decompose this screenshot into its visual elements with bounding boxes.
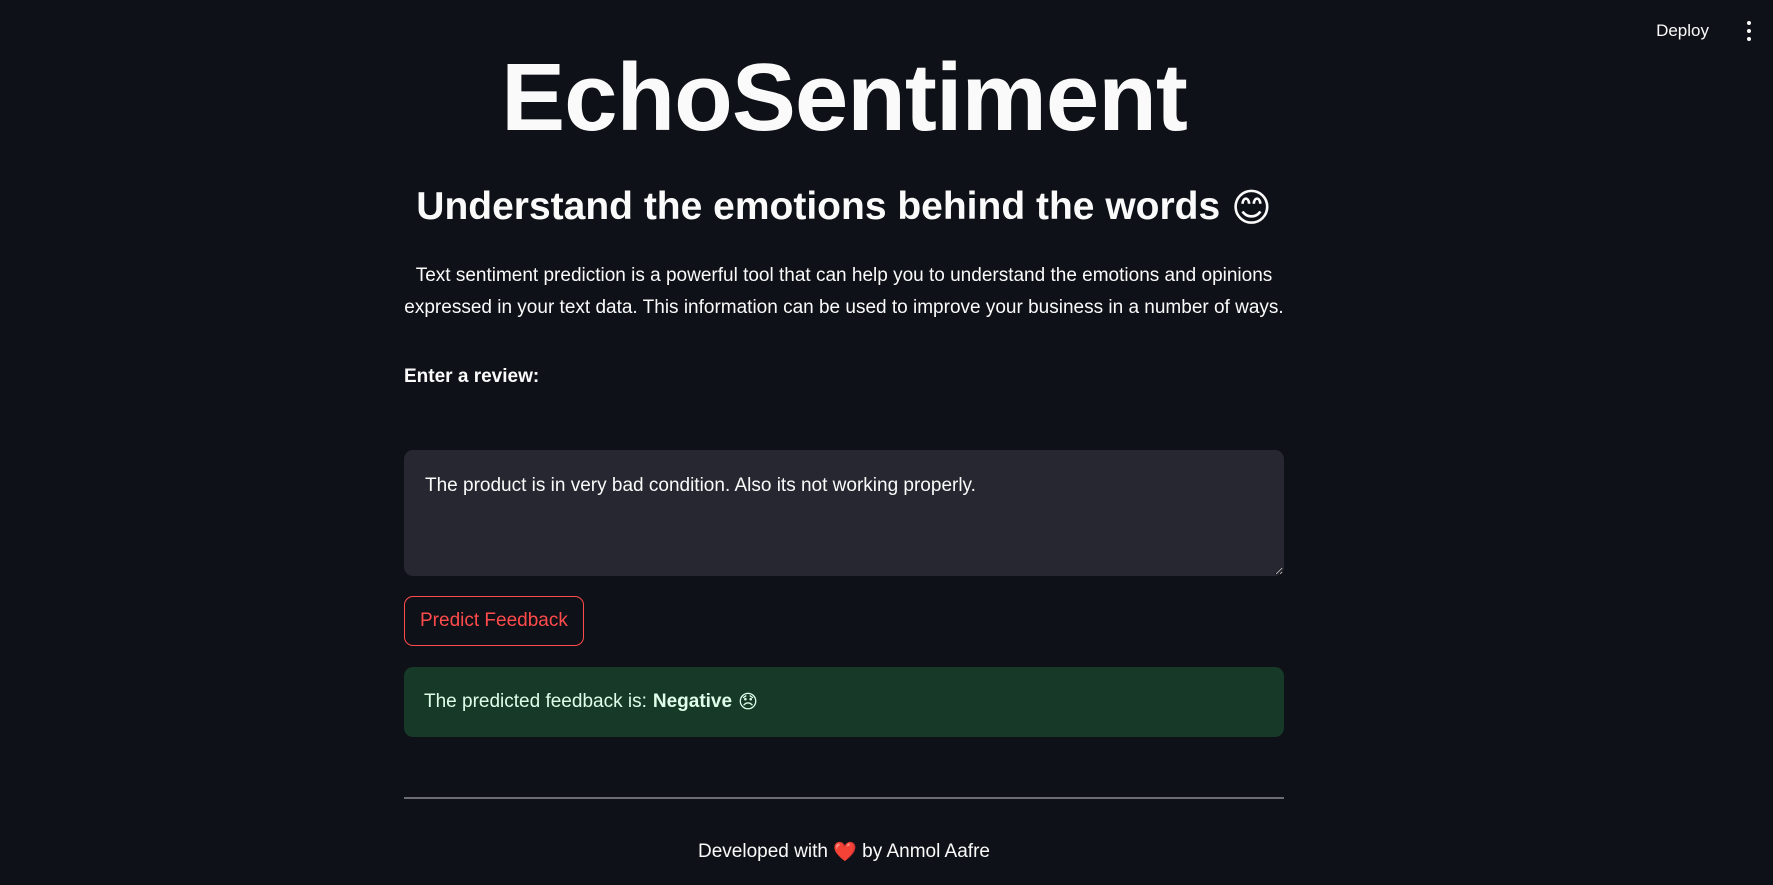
top-toolbar: Deploy <box>1648 0 1773 62</box>
disappointed-face-icon: 😞 <box>738 691 758 713</box>
result-value: Negative <box>652 691 733 712</box>
deploy-button[interactable]: Deploy <box>1648 15 1717 47</box>
more-vertical-icon[interactable] <box>1739 17 1759 45</box>
page-title: EchoSentiment <box>501 44 1188 151</box>
menu-dot <box>1747 21 1751 25</box>
predict-feedback-button[interactable]: Predict Feedback <box>404 596 584 646</box>
subtitle-text: Understand the emotions behind the words <box>416 185 1221 228</box>
menu-dot <box>1747 37 1751 41</box>
smiling-face-icon: 😊 <box>1231 186 1272 230</box>
heart-icon: ❤️ <box>833 842 857 863</box>
review-input[interactable] <box>404 450 1284 576</box>
page-subtitle: Understand the emotions behind the words… <box>404 180 1284 236</box>
page-description: Text sentiment prediction is a powerful … <box>404 265 1284 318</box>
prediction-result: The predicted feedback is: Negative 😞 <box>404 667 1284 737</box>
footer-prefix: Developed with <box>698 841 828 863</box>
footer: Developed with ❤️ by Anmol Aafre <box>404 840 1284 864</box>
app-root: Deploy EchoSentiment Understand the emot… <box>0 0 1773 885</box>
footer-suffix: by Anmol Aafre <box>862 841 990 863</box>
result-prefix: The predicted feedback is: <box>424 691 647 712</box>
review-label: Enter a review: <box>404 366 540 387</box>
menu-dot <box>1747 29 1751 33</box>
footer-divider <box>404 797 1284 799</box>
